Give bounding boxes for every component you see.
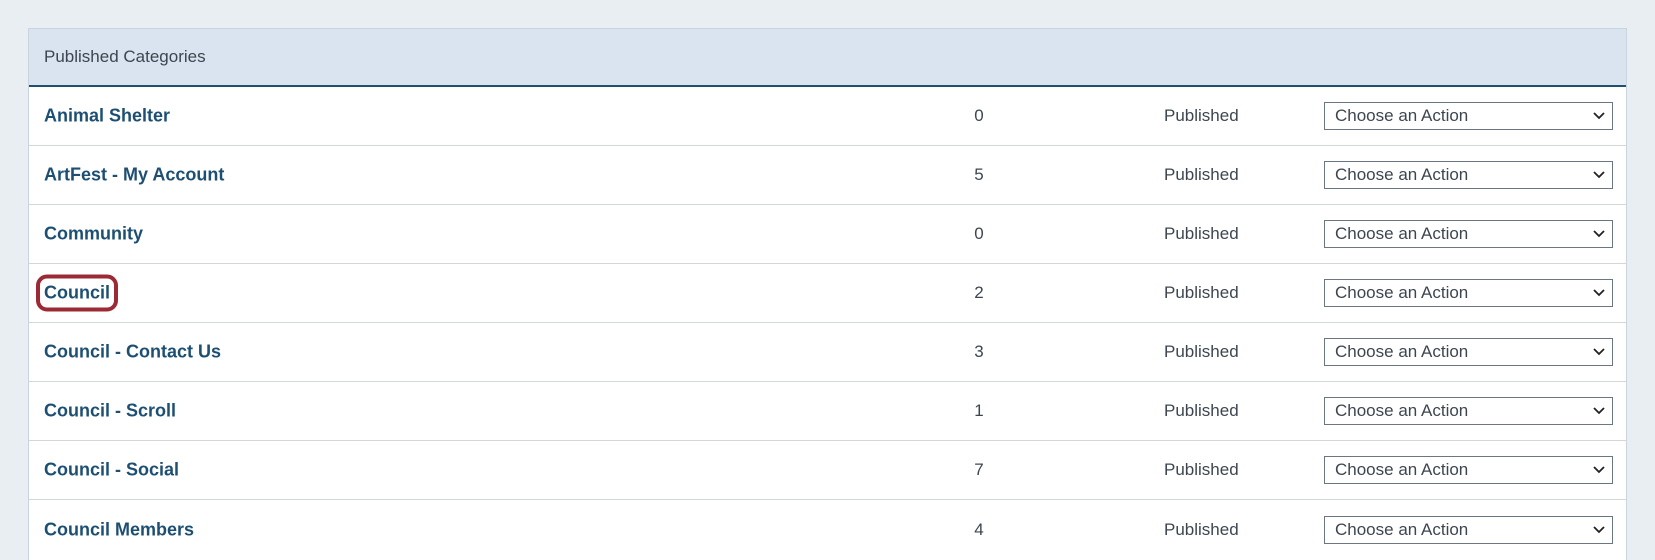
action-select-value: Choose an Action — [1335, 106, 1469, 125]
chevron-down-icon — [1586, 103, 1612, 129]
action-select[interactable]: Choose an Action — [1324, 102, 1613, 130]
status-text: Published — [1164, 401, 1239, 420]
action-select[interactable]: Choose an Action — [1324, 397, 1613, 425]
status-text: Published — [1164, 460, 1239, 479]
action-select-value: Choose an Action — [1335, 460, 1469, 479]
published-categories-panel: Published Categories Animal Shelter 0 Pu… — [28, 28, 1627, 560]
status-text: Published — [1164, 283, 1239, 302]
chevron-down-icon — [1586, 221, 1612, 247]
action-select-value: Choose an Action — [1335, 165, 1469, 184]
item-count: 7 — [974, 460, 984, 479]
item-count: 0 — [974, 106, 984, 125]
table-row: Council - Scroll 1 Published Choose an A… — [29, 382, 1626, 441]
chevron-down-icon — [1586, 398, 1612, 424]
chevron-down-icon — [1586, 457, 1612, 483]
chevron-down-icon — [1586, 339, 1612, 365]
action-select[interactable]: Choose an Action — [1324, 515, 1613, 544]
category-link[interactable]: Animal Shelter — [44, 106, 170, 127]
category-link[interactable]: Council - Scroll — [44, 401, 176, 422]
category-link[interactable]: Community — [44, 224, 143, 245]
table-row: Council Members 4 Published Choose an Ac… — [29, 500, 1626, 559]
action-select[interactable]: Choose an Action — [1324, 456, 1613, 484]
category-link[interactable]: Council - Contact Us — [44, 342, 221, 363]
category-link[interactable]: ArtFest - My Account — [44, 165, 224, 186]
panel-header: Published Categories — [29, 29, 1626, 87]
action-select-value: Choose an Action — [1335, 401, 1469, 420]
table-row: Council - Social 7 Published Choose an A… — [29, 441, 1626, 500]
action-select-value: Choose an Action — [1335, 342, 1469, 361]
chevron-down-icon — [1586, 162, 1612, 188]
action-select[interactable]: Choose an Action — [1324, 161, 1613, 189]
status-text: Published — [1164, 106, 1239, 125]
item-count: 3 — [974, 342, 984, 361]
action-select-value: Choose an Action — [1335, 224, 1469, 243]
categories-table: Animal Shelter 0 Published Choose an Act… — [29, 87, 1626, 559]
category-link[interactable]: Council - Social — [44, 460, 179, 481]
category-link-highlighted[interactable]: Council — [36, 274, 118, 312]
action-select-value: Choose an Action — [1335, 519, 1469, 539]
table-row: ArtFest - My Account 5 Published Choose … — [29, 146, 1626, 205]
table-row: Council 2 Published Choose an Action — [29, 264, 1626, 323]
chevron-down-icon — [1586, 280, 1612, 306]
table-row: Council - Contact Us 3 Published Choose … — [29, 323, 1626, 382]
status-text: Published — [1164, 224, 1239, 243]
status-text: Published — [1164, 519, 1239, 539]
item-count: 0 — [974, 224, 984, 243]
action-select[interactable]: Choose an Action — [1324, 220, 1613, 248]
action-select-value: Choose an Action — [1335, 283, 1469, 302]
item-count: 2 — [974, 283, 984, 302]
item-count: 5 — [974, 165, 984, 184]
item-count: 1 — [974, 401, 984, 420]
status-text: Published — [1164, 342, 1239, 361]
table-row: Community 0 Published Choose an Action — [29, 205, 1626, 264]
chevron-down-icon — [1586, 517, 1612, 543]
category-link[interactable]: Council Members — [44, 519, 194, 540]
table-row: Animal Shelter 0 Published Choose an Act… — [29, 87, 1626, 146]
panel-title: Published Categories — [44, 47, 206, 66]
action-select[interactable]: Choose an Action — [1324, 279, 1613, 307]
item-count: 4 — [974, 519, 984, 539]
status-text: Published — [1164, 165, 1239, 184]
action-select[interactable]: Choose an Action — [1324, 338, 1613, 366]
